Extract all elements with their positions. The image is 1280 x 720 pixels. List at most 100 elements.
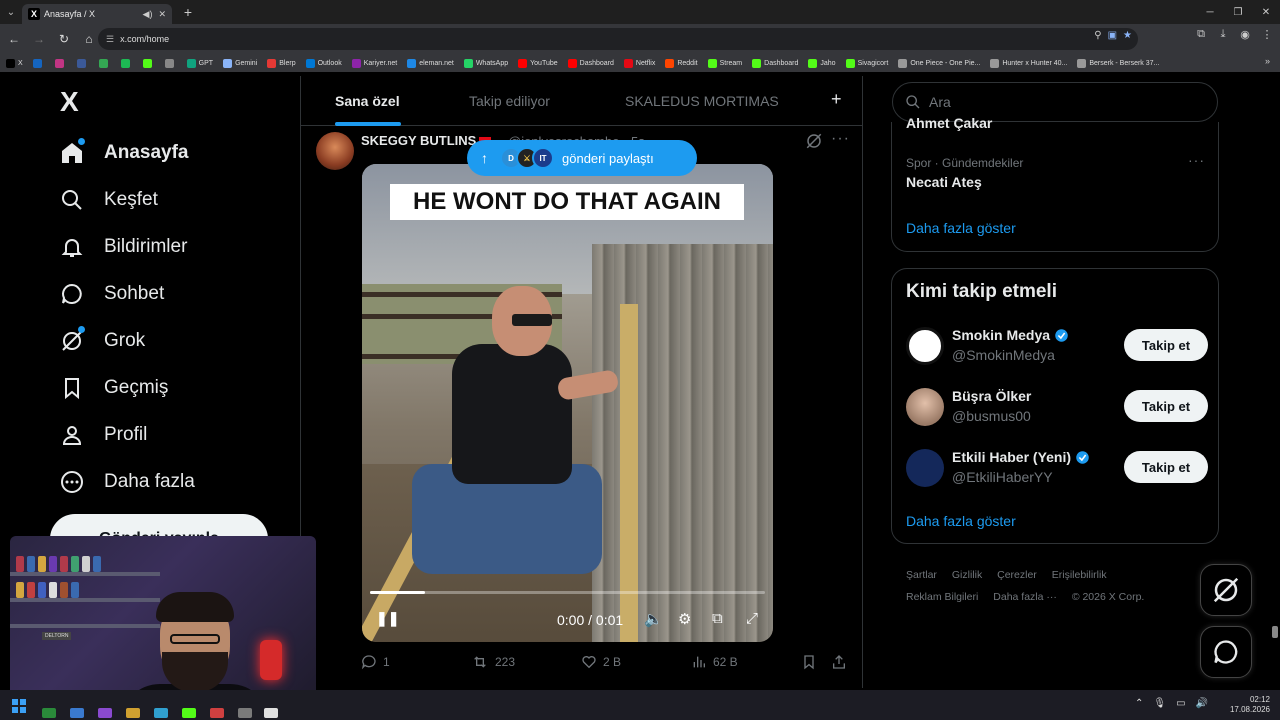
- bookmark-item[interactable]: X: [6, 58, 23, 68]
- zoom-icon[interactable]: ⚲: [1094, 30, 1101, 41]
- grok-icon[interactable]: [805, 132, 823, 155]
- sidebar-item-chat[interactable]: Sohbet: [58, 276, 164, 312]
- footer-link[interactable]: Erişilebilirlik: [1052, 569, 1107, 581]
- sidebar-item-notifications[interactable]: Bildirimler: [58, 229, 187, 265]
- bookmark-item[interactable]: [142, 58, 155, 68]
- bookmark-item[interactable]: Sivagicort: [845, 58, 888, 68]
- tweet-video[interactable]: HE WONT DO THAT AGAIN ❚❚ 0:00 / 0:01 🔈 ⚙…: [362, 164, 773, 642]
- sidebar-item-more[interactable]: Daha fazla: [58, 464, 195, 500]
- sidebar-item-explore[interactable]: Keşfet: [58, 182, 158, 218]
- bookmark-item[interactable]: [76, 58, 89, 68]
- bookmark-item[interactable]: [54, 58, 67, 68]
- display-icon[interactable]: ▭: [1176, 698, 1185, 709]
- minimize-icon[interactable]: ─: [1196, 0, 1224, 24]
- bookmark-item[interactable]: Blerp: [267, 58, 296, 68]
- windows-start-icon[interactable]: [12, 699, 26, 713]
- maximize-icon[interactable]: ❐: [1224, 0, 1252, 24]
- taskbar-app-icon[interactable]: [98, 708, 112, 718]
- new-posts-pill[interactable]: ↑ D ⚔ IT gönderi paylaştı: [467, 140, 697, 176]
- profile-icon[interactable]: ◉: [1238, 28, 1252, 41]
- home-browser-icon[interactable]: ⌂: [78, 28, 100, 50]
- close-window-icon[interactable]: ✕: [1252, 0, 1280, 24]
- bookmark-item[interactable]: Hunter x Hunter 40...: [990, 58, 1067, 68]
- bookmark-item[interactable]: eleman.net: [407, 58, 454, 68]
- share-button[interactable]: [831, 654, 853, 670]
- video-progress-bar[interactable]: [370, 591, 765, 594]
- browser-tab[interactable]: X Anasayfa / X ◀) ✕: [22, 4, 172, 24]
- pause-icon[interactable]: ❚❚: [376, 610, 399, 627]
- bookmark-item[interactable]: YouTube: [518, 58, 558, 68]
- like-button[interactable]: 2 B: [581, 654, 621, 670]
- bookmark-item[interactable]: [120, 58, 133, 68]
- taskbar-app-icon[interactable]: [154, 708, 168, 718]
- taskbar-app-icon[interactable]: [264, 708, 278, 718]
- follow-button[interactable]: Takip et: [1124, 390, 1208, 422]
- taskbar-app-icon[interactable]: [238, 708, 252, 718]
- more-icon[interactable]: ···: [1188, 152, 1205, 168]
- x-logo[interactable]: X: [60, 86, 79, 118]
- bookmarks-overflow-icon[interactable]: »: [1265, 56, 1270, 66]
- bookmark-item[interactable]: GPT: [186, 58, 213, 68]
- tab-list-button[interactable]: ⌄: [0, 0, 22, 24]
- download-icon[interactable]: ⤓: [1216, 28, 1230, 41]
- picture-in-picture-icon[interactable]: ⧉: [712, 610, 723, 627]
- taskbar-app-icon[interactable]: [70, 708, 84, 718]
- avatar[interactable]: [906, 327, 944, 365]
- microphone-icon[interactable]: 🎙: [1153, 698, 1166, 709]
- add-tab-icon[interactable]: +: [831, 89, 842, 110]
- views-button[interactable]: 62 B: [691, 654, 738, 670]
- settings-gear-icon[interactable]: ⚙: [678, 610, 691, 628]
- reply-button[interactable]: 1: [361, 654, 390, 670]
- tab-following[interactable]: Takip ediliyor: [469, 93, 550, 109]
- avatar[interactable]: [316, 132, 354, 170]
- back-icon[interactable]: ←: [3, 28, 25, 50]
- follow-button[interactable]: Takip et: [1124, 329, 1208, 361]
- retweet-button[interactable]: 223: [471, 654, 515, 670]
- bookmark-item[interactable]: One Piece - One Pie...: [898, 58, 980, 68]
- footer-link[interactable]: Şartlar: [906, 569, 937, 581]
- bookmark-item[interactable]: Reddit: [665, 58, 698, 68]
- avatar[interactable]: [906, 449, 944, 487]
- chevron-up-icon[interactable]: ⌃: [1135, 698, 1143, 709]
- taskbar-app-icon[interactable]: [182, 708, 196, 718]
- show-more-link[interactable]: Daha fazla göster: [906, 513, 1016, 529]
- follow-button[interactable]: Takip et: [1124, 451, 1208, 483]
- reload-icon[interactable]: ↻: [53, 28, 75, 50]
- taskbar-app-icon[interactable]: [42, 708, 56, 718]
- bookmark-item[interactable]: Outlook: [305, 58, 342, 68]
- taskbar-app-icon[interactable]: [126, 708, 140, 718]
- chat-float-button[interactable]: [1200, 626, 1252, 678]
- bookmark-item[interactable]: WhatsApp: [463, 58, 508, 68]
- bookmark-item[interactable]: Dashboard: [752, 58, 798, 68]
- follow-suggestion[interactable]: Büşra Ölker @busmus00 Takip et: [906, 386, 1208, 430]
- follow-suggestion[interactable]: Smokin Medya @SmokinMedya Takip et: [906, 325, 1208, 369]
- bookmark-item[interactable]: Gemini: [223, 58, 257, 68]
- clock[interactable]: 02:12 17.08.2026: [1230, 695, 1270, 715]
- volume-icon[interactable]: 🔈: [644, 610, 663, 628]
- bookmark-item[interactable]: [98, 58, 111, 68]
- footer-link[interactable]: Çerezler: [997, 569, 1037, 581]
- bookmark-item[interactable]: Dashboard: [567, 58, 614, 68]
- sidebar-item-grok[interactable]: Grok: [58, 323, 145, 359]
- speaker-icon[interactable]: ◀): [143, 9, 153, 20]
- footer-link[interactable]: Reklam Bilgileri: [906, 591, 978, 603]
- bookmark-item[interactable]: Netflix: [623, 58, 655, 68]
- trend-title[interactable]: Necati Ateş: [906, 174, 982, 190]
- close-tab-icon[interactable]: ✕: [158, 9, 166, 20]
- forward-icon[interactable]: →: [28, 28, 50, 50]
- sidebar-item-home[interactable]: Anasayfa: [58, 135, 189, 171]
- site-info-icon[interactable]: ☰: [106, 34, 114, 45]
- browser-menu-icon[interactable]: ⋮: [1260, 28, 1274, 41]
- bookmark-item[interactable]: Jaho: [808, 58, 836, 68]
- fullscreen-icon[interactable]: ⤢: [746, 610, 758, 627]
- avatar[interactable]: [906, 388, 944, 426]
- show-more-link[interactable]: Daha fazla göster: [906, 220, 1016, 236]
- volume-icon[interactable]: 🔊: [1196, 698, 1208, 709]
- trend-title[interactable]: Ahmet Çakar: [906, 115, 992, 131]
- more-icon[interactable]: ···: [831, 130, 850, 148]
- scrollbar[interactable]: [1272, 626, 1278, 638]
- cast-icon[interactable]: ▣: [1108, 30, 1117, 41]
- grok-float-button[interactable]: [1200, 564, 1252, 616]
- extensions-icon[interactable]: ⧉: [1194, 28, 1208, 41]
- new-tab-button[interactable]: +: [178, 2, 198, 22]
